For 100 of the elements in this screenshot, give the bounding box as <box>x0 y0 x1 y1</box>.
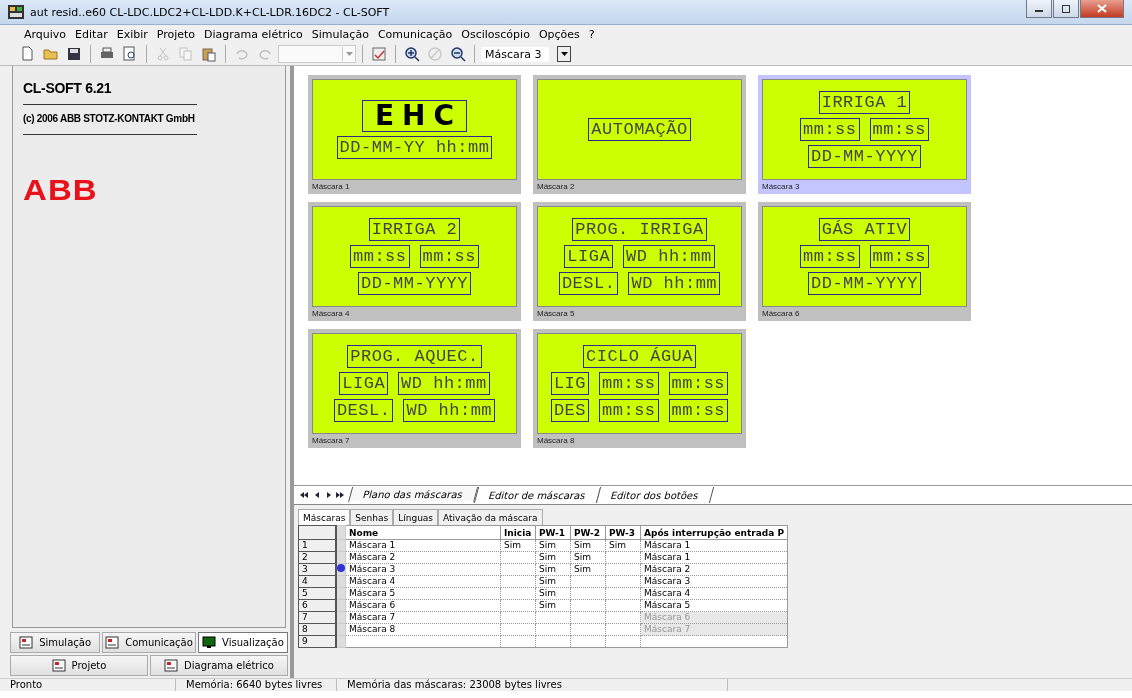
text-field[interactable]: PROG. AQUEC. <box>347 345 482 368</box>
nav-button[interactable]: Diagrama elétrico <box>150 655 288 676</box>
text-field[interactable]: LIG <box>550 372 590 395</box>
table-cell: Máscara 7 <box>345 611 501 624</box>
text-field[interactable]: WD hh:mm <box>403 399 496 422</box>
text-field[interactable]: DD-MM-YY hh:mm <box>336 136 493 159</box>
text-field[interactable]: mm:ss <box>668 399 729 422</box>
menu-item[interactable]: Editar <box>75 28 108 41</box>
scroll-arrows-icon[interactable] <box>300 491 344 499</box>
mask-label: Máscara 3 <box>762 181 801 193</box>
mask-label: Máscara 6 <box>762 308 801 320</box>
table-cell: Sim <box>535 587 571 600</box>
maximize-button[interactable] <box>1053 0 1079 18</box>
menu-item[interactable]: Osciloscópio <box>461 28 530 41</box>
table-cell: Máscara 2 <box>640 563 788 576</box>
zoom-in-icon[interactable] <box>402 44 422 64</box>
text-field[interactable]: WD hh:mm <box>398 372 490 395</box>
window-title: aut resid..e60 CL-LDC.LDC2+CL-LDD.K+CL-LDR.16DC2 - CL-SOFT <box>30 5 390 19</box>
mask-card[interactable]: IRRIGA 1 mm:ss mm:ss DD-MM-YYYY Máscara 3 <box>758 75 971 194</box>
table-cell: Máscara 1 <box>640 551 788 564</box>
mask-card[interactable]: IRRIGA 2 mm:ss mm:ss DD-MM-YYYY Máscara 4 <box>308 202 521 321</box>
text-field[interactable]: IRRIGA 2 <box>368 218 461 241</box>
text-field[interactable]: GÁS ATIV <box>818 218 911 241</box>
table-cell: Sim <box>605 539 641 552</box>
table-cell: Máscara 5 <box>640 599 788 612</box>
tab[interactable]: Línguas <box>393 509 439 525</box>
mask-card[interactable]: AUTOMAÇÃO Máscara 2 <box>533 75 746 194</box>
checklist-icon[interactable] <box>369 44 389 64</box>
column-header: PW-2 <box>570 525 606 540</box>
logo: ABB <box>23 173 98 207</box>
mask-label: Máscara 7 <box>312 435 351 447</box>
text-field[interactable]: mm:ss <box>800 245 860 268</box>
nav-button[interactable]: Simulação <box>10 632 101 653</box>
bitmap-text[interactable]: EHC <box>361 100 468 132</box>
column-header: Nome <box>345 525 501 540</box>
text-field[interactable]: mm:ss <box>419 245 479 268</box>
nav-button[interactable]: Projeto <box>10 655 148 676</box>
mask-label: Máscara 8 <box>537 435 576 447</box>
menu-item[interactable]: Diagrama elétrico <box>204 28 303 41</box>
mask-card[interactable]: GÁS ATIV mm:ss mm:ss DD-MM-YYYY Máscara 6 <box>758 202 971 321</box>
zoom-out-icon[interactable] <box>448 44 468 64</box>
text-field[interactable]: DD-MM-YYYY <box>358 272 471 295</box>
text-field[interactable]: mm:ss <box>599 399 659 422</box>
text-field[interactable]: IRRIGA 1 <box>818 91 911 114</box>
text-field[interactable]: DD-MM-YYYY <box>808 272 921 295</box>
mask-card[interactable]: PROG. AQUEC. LIGA WD hh:mm DESL. WD hh:mm Máscara 7 <box>308 329 521 448</box>
minimize-button[interactable] <box>1026 0 1052 18</box>
text-field[interactable]: mm:ss <box>869 245 929 268</box>
menu-item[interactable]: Exibir <box>116 28 148 41</box>
copyright-text: (c) 2006 ABB STOTZ-KONTAKT GmbH <box>23 105 197 135</box>
menu-item[interactable]: Projeto <box>156 28 196 41</box>
status-text: Memória das máscaras: 23008 bytes livres <box>337 679 728 691</box>
nav-button[interactable]: Comunicação <box>102 632 196 653</box>
column-header: PW-1 <box>535 525 571 540</box>
close-button[interactable] <box>1080 0 1124 18</box>
text-field[interactable]: mm:ss <box>350 245 410 268</box>
sheet-tab[interactable]: Editor de máscaras <box>473 487 601 503</box>
menu-item[interactable]: Comunicação <box>377 28 453 41</box>
text-field[interactable]: mm:ss <box>599 372 659 395</box>
text-field[interactable]: mm:ss <box>869 118 929 141</box>
menu-item[interactable]: Opções <box>538 28 580 41</box>
close-icon <box>1097 4 1107 13</box>
text-field[interactable]: DESL. <box>333 399 394 422</box>
table-cell: Máscara 4 <box>640 587 788 600</box>
text-field[interactable]: PROG. IRRIGA <box>572 218 707 241</box>
text-field[interactable]: CICLO ÁGUA <box>583 345 696 368</box>
text-field[interactable]: WD hh:mm <box>628 272 721 295</box>
tab[interactable]: Ativação da máscara <box>438 509 543 525</box>
table-cell: Sim <box>570 551 606 564</box>
text-field[interactable]: AUTOMAÇÃO <box>588 118 691 141</box>
table-cell: Máscara 3 <box>345 563 501 576</box>
table-cell: Sim <box>500 539 536 552</box>
text-field[interactable]: mm:ss <box>800 118 860 141</box>
text-field[interactable]: DD-MM-YYYY <box>808 145 921 168</box>
text-field[interactable]: DES <box>550 399 590 422</box>
text-field[interactable]: DESL. <box>558 272 619 295</box>
column-header: Inicia <box>500 525 536 540</box>
status-text: Pronto <box>0 679 176 691</box>
tab[interactable]: Senhas <box>350 509 394 525</box>
mask-card[interactable]: PROG. IRRIGA LIGA WD hh:mm DESL. WD hh:mm Máscara 5 <box>533 202 746 321</box>
table-cell: Máscara 5 <box>345 587 501 600</box>
status-text: Memória: 6640 bytes livres <box>176 679 337 691</box>
text-field[interactable]: WD hh:mm <box>623 245 715 268</box>
text-field[interactable]: LIGA <box>339 372 389 395</box>
caret-icon <box>560 52 568 56</box>
table-cell: Máscara 1 <box>345 539 501 552</box>
mask-card[interactable]: EHC DD-MM-YY hh:mm Máscara 1 <box>308 75 521 194</box>
monitor-icon <box>202 636 217 649</box>
sheet-tab[interactable]: Editor dos botões <box>596 487 714 503</box>
menu-item[interactable]: ? <box>588 28 595 41</box>
sheet-tab[interactable]: Plano das máscaras <box>347 487 478 503</box>
table-cell: Máscara 4 <box>345 575 501 588</box>
text-field[interactable]: mm:ss <box>668 372 729 395</box>
column-header: Após interrupção entrada P <box>640 525 788 540</box>
tab[interactable]: Máscaras <box>298 509 351 525</box>
nav-button[interactable]: Visualização <box>197 632 288 653</box>
menu-item[interactable]: Simulação <box>311 28 369 41</box>
mask-card[interactable]: CICLO ÁGUA LIG mm:ss mm:ss DES mm:ss mm:ss Máscara 8 <box>533 329 746 448</box>
menu-item[interactable]: Arquivo <box>24 28 67 41</box>
text-field[interactable]: LIGA <box>564 245 614 268</box>
